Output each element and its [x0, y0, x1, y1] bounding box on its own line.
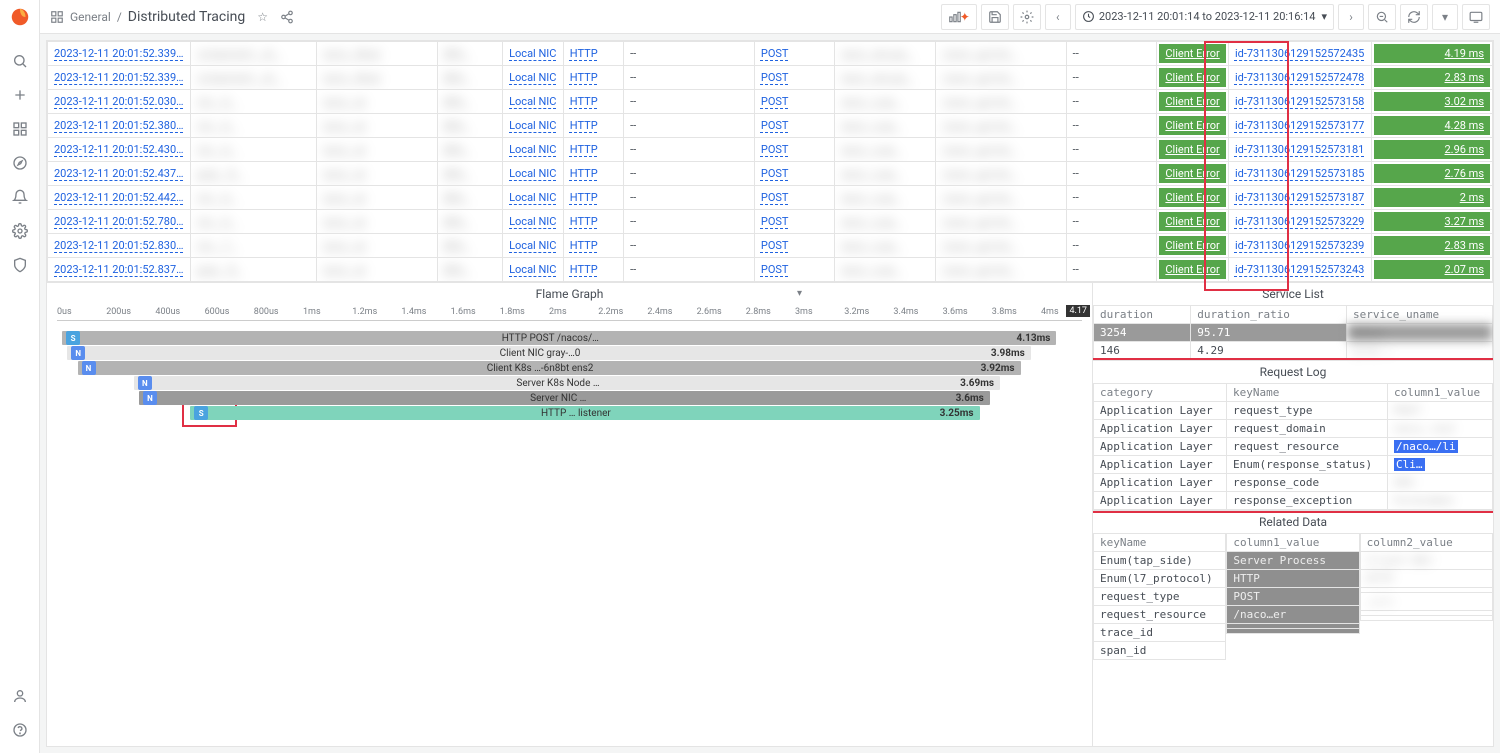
alert-icon[interactable] — [3, 180, 37, 214]
status-badge[interactable]: Client Error — [1159, 92, 1226, 111]
settings-icon[interactable] — [1013, 4, 1041, 30]
status-badge[interactable]: Client Error — [1159, 260, 1226, 279]
flame-span[interactable]: SHTTP … listener3.25ms — [190, 406, 979, 420]
save-icon[interactable] — [981, 4, 1009, 30]
flame-span[interactable]: NClient NIC gray-…03.98ms — [67, 346, 1031, 360]
status-badge[interactable]: Client Error — [1159, 212, 1226, 231]
flame-graph-title: Flame Graph — [536, 287, 604, 301]
star-icon[interactable]: ☆ — [257, 10, 268, 24]
trace-table[interactable]: 2023-12-11 20:01:52.339…component-…at…na… — [47, 41, 1493, 282]
table-row[interactable]: 2023-12-11 20:01:52.442…ms-…b…naco…ss884… — [48, 186, 1493, 210]
gear-icon[interactable] — [3, 214, 37, 248]
related-data-title: Related Data — [1093, 511, 1493, 533]
table-row[interactable]: 2023-12-11 20:01:52.380…ms-…b…naco…ss884… — [48, 114, 1493, 138]
chevron-down-icon[interactable]: ▾ — [797, 288, 802, 299]
status-badge[interactable]: Client Error — [1159, 164, 1226, 183]
table-row[interactable]: 2023-12-11 20:01:52.437…gray-…8…naco…ss8… — [48, 162, 1493, 186]
breadcrumb-separator: / — [117, 10, 122, 24]
topbar: General / Distributed Tracing ☆ ✦ ‹ 2023… — [40, 0, 1500, 34]
table-row[interactable]: 2023-12-11 20:01:52.837…gray-…8…naco…ss8… — [48, 258, 1493, 282]
service-list-title: Service List — [1093, 283, 1493, 305]
search-icon[interactable] — [3, 44, 37, 78]
refresh-icon[interactable] — [1400, 4, 1428, 30]
tv-mode-icon[interactable] — [1462, 4, 1490, 30]
table-row[interactable]: 2023-12-11 20:01:52.430…ms-…b…naco…ss884… — [48, 138, 1493, 162]
trace-table-panel: 2023-12-11 20:01:52.339…component-…at…na… — [47, 41, 1493, 282]
explore-icon[interactable] — [3, 146, 37, 180]
status-badge[interactable]: Client Error — [1159, 188, 1226, 207]
flame-ruler: 4.17 0us200us400us600us800us1ms1.2ms1.4m… — [57, 305, 1082, 321]
user-avatar-icon[interactable] — [3, 679, 37, 713]
status-badge[interactable]: Client Error — [1159, 68, 1226, 87]
dashboards-icon[interactable] — [3, 112, 37, 146]
flame-endcap: 4.17 — [1066, 305, 1090, 317]
status-badge[interactable]: Client Error — [1159, 116, 1226, 135]
right-panels: Service List durationduration_ratioservi… — [1093, 283, 1493, 746]
table-row[interactable]: 2023-12-11 20:01:52.339…component-…at…na… — [48, 66, 1493, 90]
status-badge[interactable]: Client Error — [1159, 236, 1226, 255]
page-title[interactable]: Distributed Tracing — [128, 9, 245, 25]
request-log-title: Request Log — [1093, 361, 1493, 383]
plus-icon[interactable] — [3, 78, 37, 112]
service-list-table[interactable]: durationduration_ratioservice_uname32549… — [1093, 305, 1493, 360]
status-badge[interactable]: Client Error — [1159, 140, 1226, 159]
flame-span[interactable]: SHTTP POST /nacos/…4.13ms — [62, 331, 1056, 345]
table-row[interactable]: 2023-12-11 20:01:52.030…ms-…b…naco…ss884… — [48, 90, 1493, 114]
flame-span[interactable]: NServer K8s Node …3.69ms — [134, 376, 1000, 390]
time-range[interactable]: 2023-12-11 20:01:14 to 2023-12-11 20:16:… — [1075, 4, 1334, 30]
shield-icon[interactable] — [3, 248, 37, 282]
flame-graph-panel: Flame Graph ▾ 4.17 0us200us400us600us800u… — [47, 283, 1093, 746]
flame-body[interactable]: SHTTP POST /nacos/…4.13msNClient NIC gra… — [57, 331, 1082, 451]
grafana-logo-icon[interactable] — [9, 6, 31, 28]
refresh-interval-dropdown[interactable]: ▾ — [1432, 4, 1458, 30]
help-icon[interactable] — [3, 713, 37, 747]
breadcrumb-folder[interactable]: General — [70, 10, 111, 24]
table-row[interactable]: 2023-12-11 20:01:52.339…component-…at…na… — [48, 42, 1493, 66]
flame-span[interactable]: NClient K8s …-6n8bt ens23.92ms — [78, 361, 1021, 375]
flame-span[interactable]: NServer NIC …3.6ms — [139, 391, 990, 405]
status-badge[interactable]: Client Error — [1159, 44, 1226, 63]
request-log-table[interactable]: categorykeyNamecolumn1_valueApplication … — [1093, 383, 1493, 510]
table-row[interactable]: 2023-12-11 20:01:52.830…ms-…7…naco…ss884… — [48, 234, 1493, 258]
breadcrumb: General / Distributed Tracing ☆ — [50, 9, 294, 25]
time-next-button[interactable]: › — [1338, 4, 1364, 30]
time-prev-button[interactable]: ‹ — [1045, 4, 1071, 30]
share-icon[interactable] — [280, 10, 294, 24]
table-row[interactable]: 2023-12-11 20:01:52.780…ms-…b…naco…ss884… — [48, 210, 1493, 234]
apps-icon[interactable] — [50, 10, 64, 24]
zoom-out-icon[interactable] — [1368, 4, 1396, 30]
nav-sidebar — [0, 0, 40, 753]
related-data-table[interactable]: keyNameEnum(tap_side)Enum(l7_protocol)re… — [1093, 533, 1493, 660]
add-panel-icon[interactable]: ✦ — [941, 4, 977, 30]
